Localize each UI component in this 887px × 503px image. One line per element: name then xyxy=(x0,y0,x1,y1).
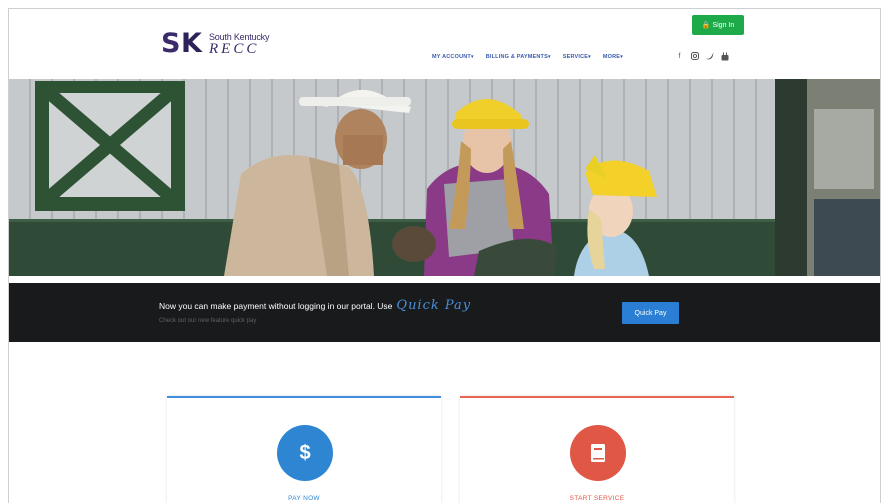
instagram-icon[interactable] xyxy=(690,50,699,62)
hero-image xyxy=(9,79,880,276)
nav-item-more[interactable]: MORE▾ xyxy=(603,54,623,60)
main-nav: MY ACCOUNT▾ BILLING & PAYMENTS▾ SERVICE▾… xyxy=(432,54,623,60)
hero-divider xyxy=(9,276,880,281)
logo-text: South Kentucky RECC xyxy=(209,33,269,57)
social-links: f xyxy=(675,50,729,62)
lock-icon: 🔒 xyxy=(701,22,711,29)
quick-pay-button[interactable]: Quick Pay xyxy=(622,302,679,324)
caret-down-icon: ▾ xyxy=(547,54,551,60)
twitter-icon[interactable] xyxy=(705,50,714,62)
logo-line-2: RECC xyxy=(209,41,260,57)
sign-in-button[interactable]: 🔒 Sign In xyxy=(692,15,744,35)
logo-mark-letter: K xyxy=(181,28,202,59)
nav-label: MORE xyxy=(602,54,621,60)
sign-in-label: Sign In xyxy=(712,21,735,29)
site-logo[interactable]: S K South Kentucky RECC xyxy=(161,27,269,63)
caret-down-icon: ▾ xyxy=(620,54,623,60)
pay-now-card[interactable]: $ PAY NOW xyxy=(167,396,441,503)
facebook-icon[interactable]: f xyxy=(675,50,684,62)
quick-pay-banner: Now you can make payment without logging… xyxy=(9,283,880,342)
nav-label: SERVICE xyxy=(562,54,589,60)
hero-photo xyxy=(9,79,880,276)
banner-subtext: Check out our new feature quick pay xyxy=(159,318,257,324)
nav-item-billing-payments[interactable]: BILLING & PAYMENTS▾ xyxy=(486,54,551,60)
nav-label: BILLING & PAYMENTS xyxy=(485,54,548,60)
nav-label: MY ACCOUNT xyxy=(432,54,471,60)
book-icon xyxy=(570,425,626,481)
dollar-icon: $ xyxy=(277,425,333,481)
banner-quick-pay-highlight: Quick Pay xyxy=(396,298,472,313)
logo-mark: S K xyxy=(161,28,207,60)
dollar-glyph: $ xyxy=(299,441,311,464)
start-service-card[interactable]: START SERVICE xyxy=(460,396,734,503)
banner-message: Now you can make payment without logging… xyxy=(159,298,471,313)
start-service-label: START SERVICE xyxy=(569,495,625,502)
nav-item-service[interactable]: SERVICE▾ xyxy=(563,54,591,60)
page-frame: S K South Kentucky RECC 🔒 Sign In MY ACC… xyxy=(8,8,881,503)
pay-now-label: PAY NOW xyxy=(288,495,320,502)
banner-message-text: Now you can make payment without logging… xyxy=(159,301,393,311)
youtube-icon[interactable] xyxy=(720,50,729,62)
nav-item-my-account[interactable]: MY ACCOUNT▾ xyxy=(432,54,474,60)
logo-mark-text: S xyxy=(161,28,181,59)
caret-down-icon: ▾ xyxy=(588,54,591,60)
caret-down-icon: ▾ xyxy=(470,54,474,60)
